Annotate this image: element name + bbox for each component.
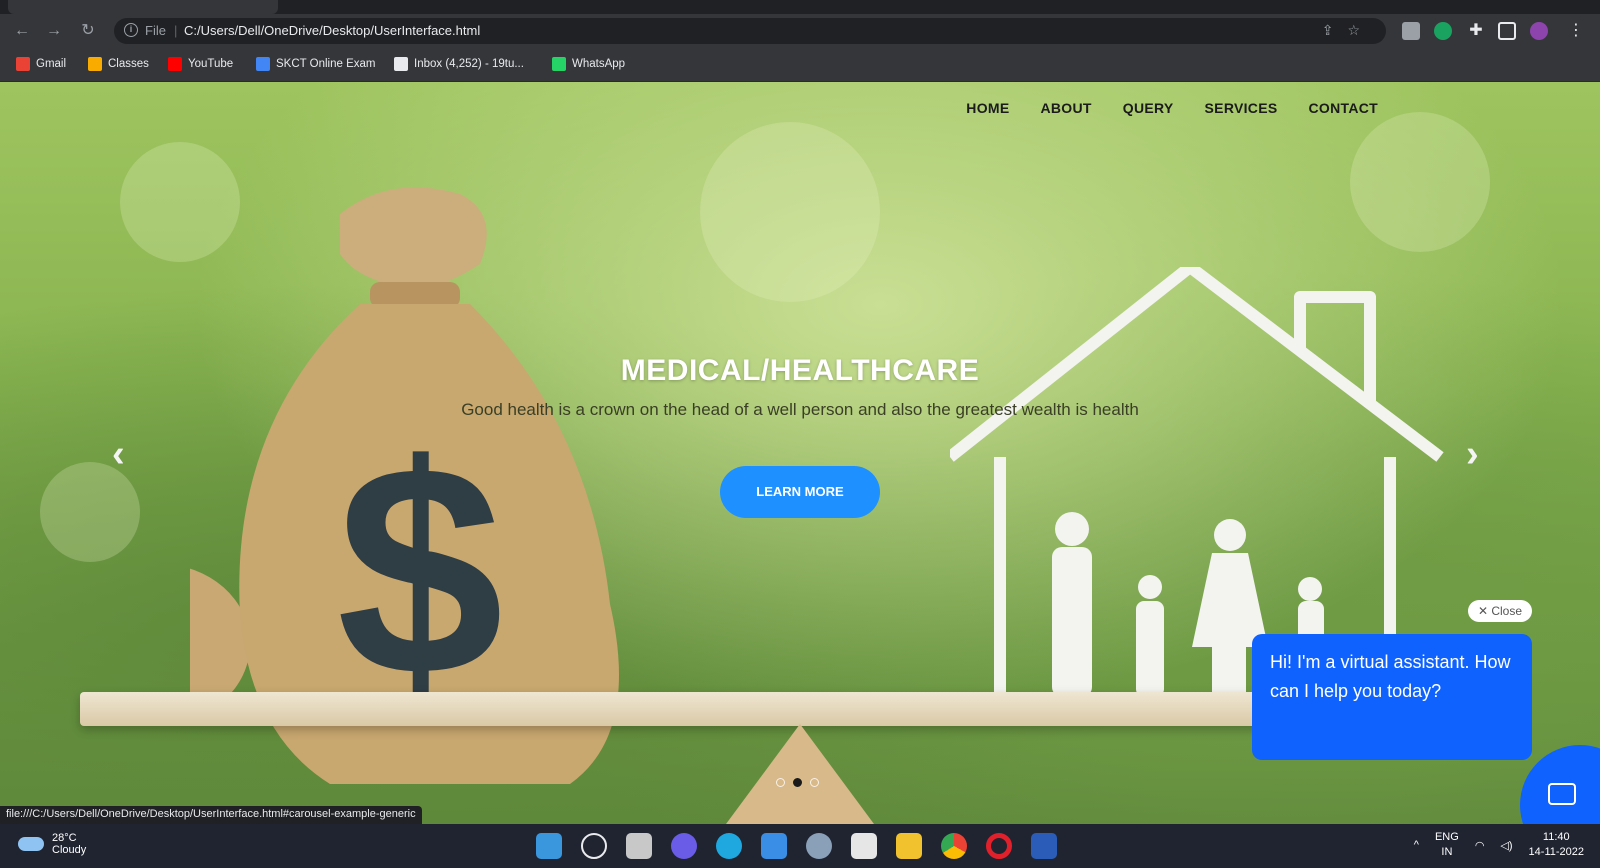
store-icon[interactable] (851, 833, 877, 859)
url-text[interactable]: C:/Users/Dell/OneDrive/Desktop/UserInter… (184, 23, 480, 38)
bokeh (700, 122, 880, 302)
nav-query[interactable]: QUERY (1123, 100, 1174, 116)
bookmark-label: SKCT Online Exam (276, 58, 376, 70)
whatsapp-icon (552, 57, 566, 71)
nav-about[interactable]: ABOUT (1040, 100, 1091, 116)
separator: | (174, 23, 178, 38)
gmail-icon (16, 57, 30, 71)
youtube-icon (168, 57, 182, 71)
windows-taskbar: 28°C Cloudy ^ ENG IN ◠ ◁) 11:40 14-11-20… (0, 824, 1600, 868)
star-icon[interactable]: ☆ (1347, 22, 1374, 38)
clock-date: 14-11-2022 (1528, 846, 1584, 858)
classroom-icon (88, 57, 102, 71)
language-indicator[interactable]: ENG IN (1435, 830, 1459, 860)
bokeh (1350, 112, 1490, 252)
info-icon[interactable]: i (124, 23, 138, 37)
chat-app-icon[interactable] (671, 833, 697, 859)
clock[interactable]: 11:40 14-11-2022 (1529, 830, 1584, 860)
language-code: ENG (1434, 831, 1459, 843)
menu-icon[interactable]: ⋮ (1566, 21, 1586, 41)
bokeh (40, 462, 140, 562)
grammarly-icon[interactable] (1434, 22, 1452, 40)
tab-strip (0, 0, 1600, 14)
carousel-caption: MEDICAL/HEALTHCARE Good health is a crow… (0, 354, 1600, 420)
chrome-icon (394, 57, 408, 71)
bookmark-item[interactable]: Inbox (4,252) - 19tu... (394, 57, 524, 71)
bookmarks-bar: Gmail Classes YouTube SKCT Online Exam Inbox… (0, 48, 1600, 82)
weather-widget[interactable]: 28°C Cloudy (18, 832, 86, 856)
start-icon[interactable] (536, 833, 562, 859)
bookmark-item[interactable]: Classes (88, 57, 149, 71)
learn-more-button[interactable]: LEARN MORE (720, 466, 880, 518)
bookmark-item[interactable]: SKCT Online Exam (256, 57, 376, 71)
bookmark-label: Classes (108, 58, 149, 70)
bookmark-item[interactable]: Gmail (16, 57, 66, 71)
weather-text: Cloudy (52, 844, 87, 856)
extension-icon[interactable] (1402, 22, 1420, 40)
seesaw-plank (80, 692, 1300, 726)
bookmark-label: Gmail (36, 58, 67, 70)
indicator-2[interactable] (793, 778, 802, 787)
carousel-next-icon[interactable]: › (1466, 434, 1479, 474)
indicator-1[interactable] (776, 778, 785, 787)
nav-home[interactable]: HOME (966, 100, 1009, 116)
chat-message: Hi! I'm a virtual assistant. How can I h… (1252, 634, 1532, 760)
system-tray: ^ ENG IN ◠ ◁) 11:40 14-11-2022 (1414, 830, 1584, 860)
omnibox-icons: ⇪☆ (1322, 22, 1374, 39)
puzzle-icon[interactable]: ✚ (1466, 21, 1486, 41)
task-view-icon[interactable] (626, 833, 652, 859)
active-tab[interactable] (8, 0, 278, 14)
carousel-prev-icon[interactable]: ‹ (112, 434, 125, 474)
nav-services[interactable]: SERVICES (1205, 100, 1278, 116)
hero-subtitle: Good health is a crown on the head of a … (461, 400, 1139, 419)
sidepanel-icon[interactable] (1498, 22, 1516, 40)
wifi-icon[interactable]: ◠ (1475, 839, 1485, 852)
opera-icon[interactable] (986, 833, 1012, 859)
bookmark-label: WhatsApp (572, 58, 626, 70)
carousel-indicators (776, 778, 819, 787)
seesaw-fulcrum (726, 724, 874, 824)
chat-icon (1548, 783, 1576, 805)
clock-time: 11:40 (1542, 831, 1570, 843)
mail-icon[interactable] (761, 833, 787, 859)
dollar-sign: $ (337, 402, 504, 738)
chrome-icon[interactable] (941, 833, 967, 859)
browser-toolbar: ← → ↻ i File | C:/Users/Dell/OneDrive/De… (0, 14, 1600, 48)
scheme-label: File (145, 23, 166, 38)
bookmark-item[interactable]: WhatsApp (552, 57, 625, 71)
exam-icon (256, 57, 270, 71)
weather-temp: 28°C (52, 832, 77, 844)
bookmark-label: YouTube (188, 58, 234, 70)
profile-avatar[interactable] (1530, 22, 1548, 40)
share-icon[interactable]: ⇪ (1322, 22, 1348, 38)
indicator-3[interactable] (810, 778, 819, 787)
reload-icon[interactable]: ↻ (78, 21, 98, 41)
chat-close-button[interactable]: ✕ Close (1468, 600, 1532, 622)
edge-icon[interactable] (716, 833, 742, 859)
taskbar-apps (536, 833, 1057, 859)
volume-icon[interactable]: ◁) (1500, 839, 1512, 852)
search-icon[interactable] (581, 833, 607, 859)
settings-icon[interactable] (806, 833, 832, 859)
back-icon[interactable]: ← (12, 21, 32, 41)
bookmark-item[interactable]: YouTube (168, 57, 233, 71)
region-code: IN (1441, 846, 1453, 858)
forward-icon[interactable]: → (44, 21, 64, 41)
nav-contact[interactable]: CONTACT (1309, 100, 1379, 116)
word-icon[interactable] (1031, 833, 1057, 859)
address-bar[interactable]: i File | C:/Users/Dell/OneDrive/Desktop/… (114, 18, 1386, 44)
cloud-icon (18, 837, 44, 851)
chevron-up-icon[interactable]: ^ (1414, 839, 1419, 851)
hero-title: MEDICAL/HEALTHCARE (620, 354, 980, 387)
site-nav: HOME ABOUT QUERY SERVICES CONTACT (966, 100, 1378, 116)
bookmark-label: Inbox (4,252) - 19tu... (414, 58, 524, 70)
bag-top (340, 187, 487, 289)
folder-icon[interactable] (896, 833, 922, 859)
status-url: file:///C:/Users/Dell/OneDrive/Desktop/U… (0, 806, 422, 824)
